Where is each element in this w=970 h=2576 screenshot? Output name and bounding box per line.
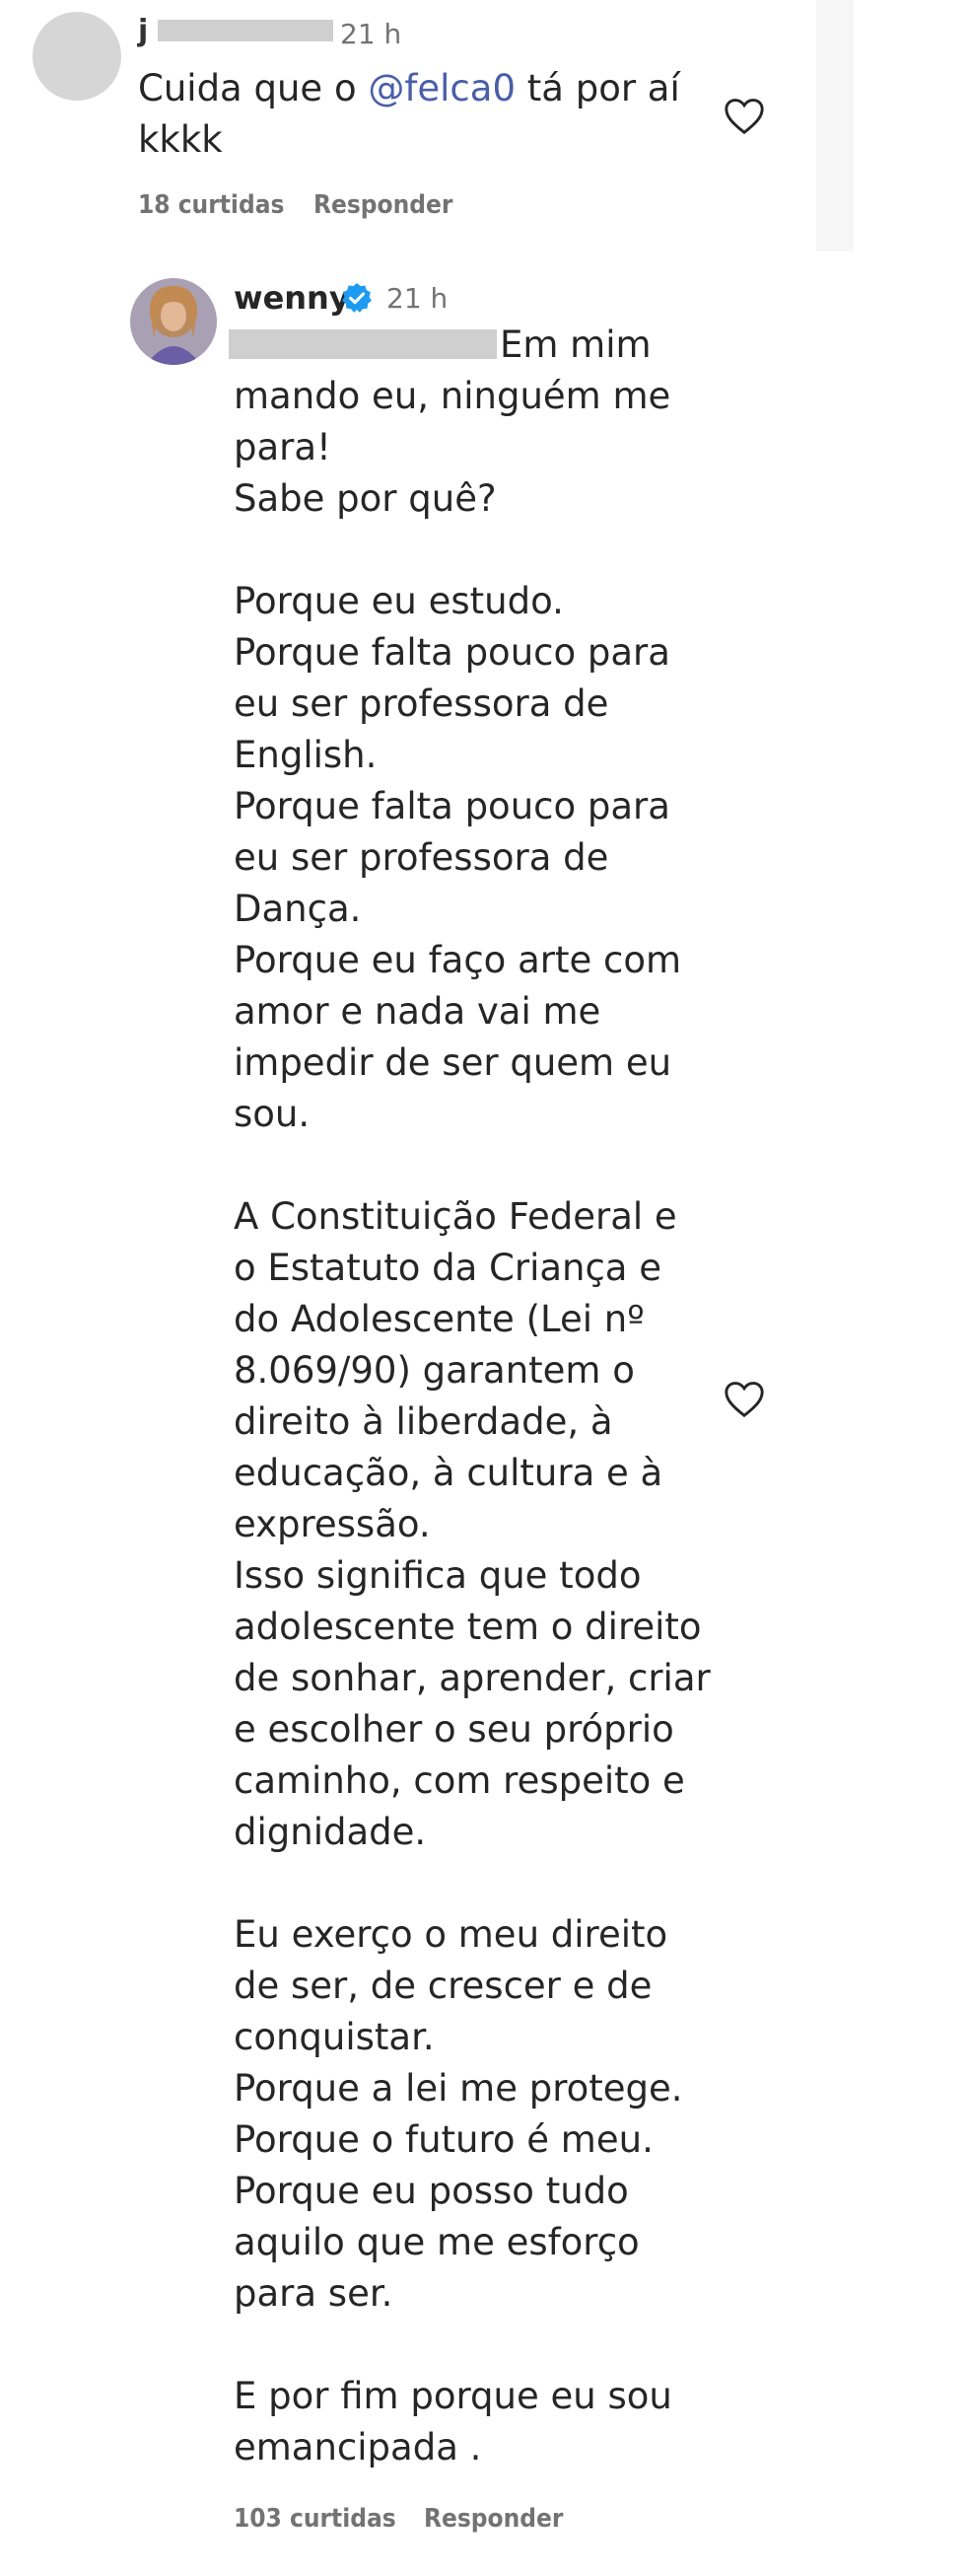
heart-outline-icon[interactable] — [723, 1379, 766, 1418]
scrollbar-track — [816, 0, 854, 251]
comment-text: mando eu, ninguém me para! Sabe por quê?… — [234, 375, 711, 2469]
redacted-mention — [229, 329, 497, 359]
reply-button[interactable]: Responder — [313, 190, 452, 220]
comment-time: 21 h — [386, 282, 449, 315]
redacted-username — [158, 20, 333, 41]
comment-text-start: Cuida que o — [138, 67, 369, 109]
commenter-avatar[interactable] — [33, 12, 121, 101]
avatar-photo-image — [130, 278, 217, 365]
comment-text-first-line: Em mim — [500, 323, 652, 366]
verified-badge-icon — [342, 283, 372, 313]
comment-text: Cuida que o @felca0 tá por aí kkkk — [138, 63, 680, 166]
comment-username[interactable]: wenny — [234, 279, 350, 317]
heart-outline-icon[interactable] — [723, 96, 766, 135]
likes-count[interactable]: 103 curtidas — [234, 2504, 396, 2534]
comment-time: 21 h — [340, 18, 402, 50]
wenny-avatar[interactable] — [130, 278, 217, 365]
reply-button[interactable]: Responder — [424, 2504, 563, 2534]
comment-username[interactable]: j — [138, 14, 150, 48]
likes-count[interactable]: 18 curtidas — [138, 190, 284, 220]
mention-link[interactable]: @felca0 — [368, 67, 516, 109]
